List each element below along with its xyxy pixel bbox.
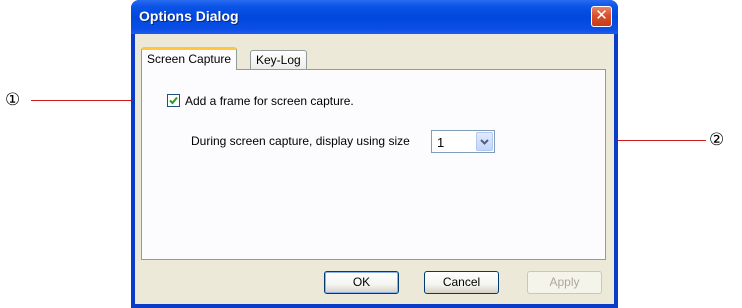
cancel-button[interactable]: Cancel [424,271,499,294]
tab-key-log[interactable]: Key-Log [250,50,307,70]
dialog-client-area: Screen Capture Key-Log Add a frame for s… [135,34,614,304]
close-icon: ✕ [595,7,608,24]
callout-1-label: ① [5,90,21,110]
size-select-value: 1 [437,135,445,150]
size-select-dropdown-button[interactable] [476,132,493,151]
close-button[interactable]: ✕ [591,6,612,27]
title-bar[interactable]: Options Dialog ✕ [131,0,618,34]
ok-button[interactable]: OK [324,271,399,294]
frame-checkbox[interactable] [167,94,180,107]
apply-button[interactable]: Apply [527,271,602,294]
options-dialog-window: Options Dialog ✕ Screen Capture Key-Log … [131,0,618,308]
size-select[interactable]: 1 [431,130,495,153]
dialog-title: Options Dialog [139,8,239,24]
checkmark-icon [169,96,178,105]
tab-screen-capture[interactable]: Screen Capture [141,47,238,70]
callout-2-label: ② [709,130,725,150]
chevron-down-icon [480,139,489,145]
frame-checkbox-label[interactable]: Add a frame for screen capture. [185,94,354,108]
size-label: During screen capture, display using siz… [191,134,410,148]
